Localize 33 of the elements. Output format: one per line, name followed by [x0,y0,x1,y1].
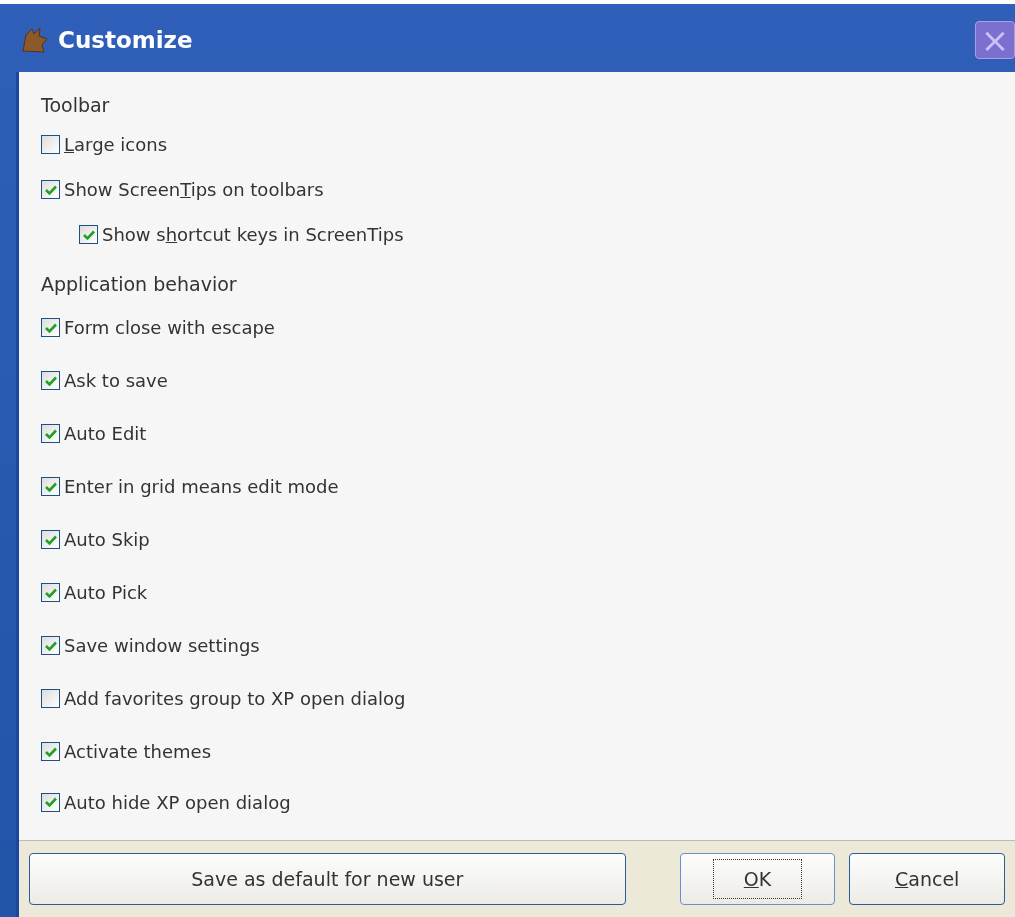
option-label[interactable]: Auto Edit [64,423,147,444]
checkbox[interactable] [41,424,60,443]
option-label[interactable]: Auto Pick [64,582,148,603]
dialog-button[interactable]: OK [679,853,836,905]
checkbox[interactable] [41,180,60,199]
checkbox[interactable] [41,742,60,761]
checkbox[interactable] [41,318,60,337]
checkbox[interactable] [41,530,60,549]
section-heading: Toolbar [41,93,111,118]
option-label[interactable]: Activate themes [64,741,211,762]
checkbox[interactable] [41,135,60,154]
section-heading: Application behavior [41,272,238,297]
checkbox[interactable] [41,792,60,812]
window-title: Customize [58,27,193,53]
option-label[interactable]: Enter in grid means edit mode [64,476,339,497]
option-label[interactable]: Form close with escape [64,317,275,338]
checkbox[interactable] [41,583,60,602]
checkbox[interactable] [79,225,98,244]
option-label[interactable]: Ask to save [64,370,168,391]
option-label[interactable]: Auto Skip [64,529,150,550]
checkbox[interactable] [41,371,60,390]
dialog-button[interactable]: Cancel [849,853,1005,905]
app-icon [20,25,50,55]
option-label[interactable]: Add favorites group to XP open dialog [64,688,406,709]
option-label[interactable]: Show shortcut keys in ScreenTips [102,224,404,245]
checkbox[interactable] [41,477,60,496]
checkbox[interactable] [41,689,60,708]
option-label[interactable]: Auto hide XP open dialog [64,791,291,813]
save-default-button[interactable]: Save as default for new user [29,853,626,905]
checkbox[interactable] [41,636,60,655]
option-label[interactable]: Save window settings [64,635,260,656]
option-label[interactable]: Large icons [64,134,168,155]
option-label[interactable]: Show ScreenTips on toolbars [64,179,324,200]
